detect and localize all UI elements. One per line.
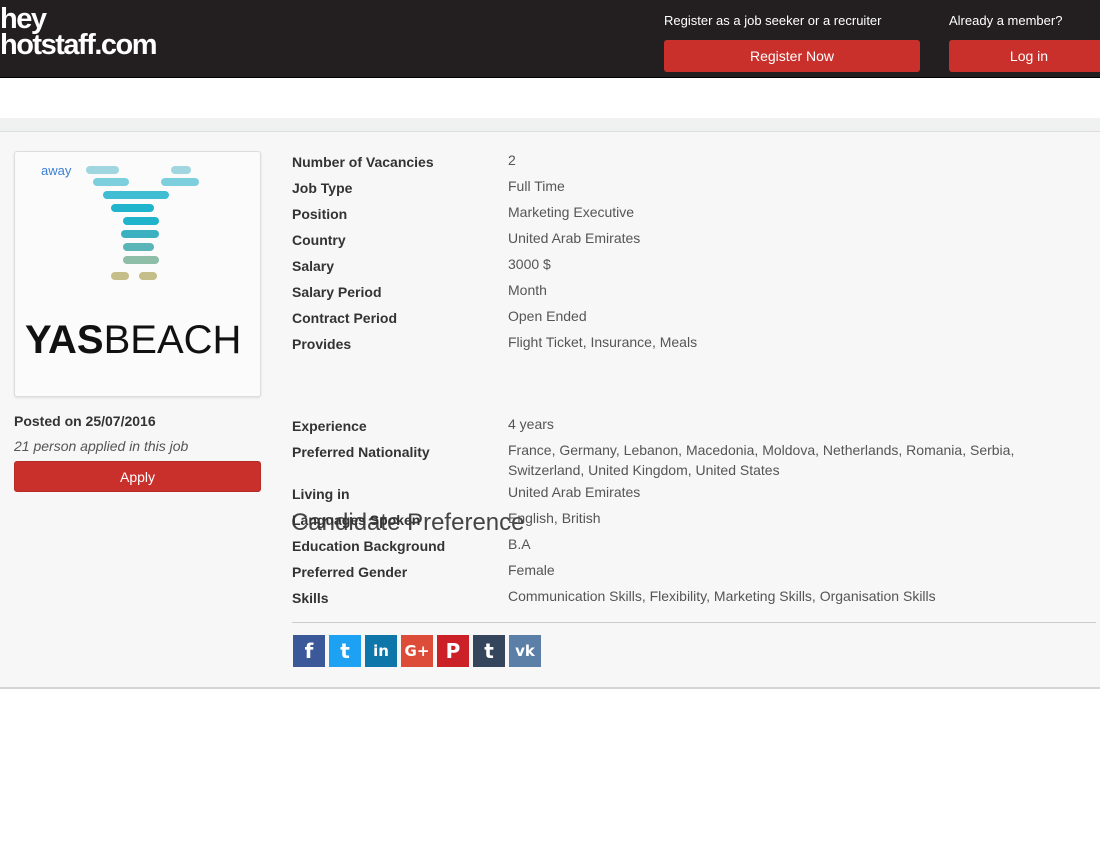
divider bbox=[292, 622, 1096, 623]
detail-label: Country bbox=[292, 232, 346, 248]
detail-label: Job Type bbox=[292, 180, 353, 196]
posted-date: Posted on 25/07/2016 bbox=[14, 413, 156, 429]
detail-label: Position bbox=[292, 206, 348, 222]
detail-label: Contract Period bbox=[292, 310, 398, 326]
detail-label: Education Background bbox=[292, 538, 446, 554]
detail-label: Experience bbox=[292, 418, 367, 434]
facebook-share-icon[interactable]: f bbox=[293, 635, 325, 667]
detail-value: Marketing Executive bbox=[508, 204, 635, 220]
detail-label: Number of Vacancies bbox=[292, 154, 434, 170]
vk-share-icon[interactable]: vk bbox=[509, 635, 541, 667]
social-share-bar: f t in G+ Pt vk bbox=[293, 635, 541, 667]
tumblr-share-icon[interactable]: t bbox=[473, 635, 505, 667]
site-logo[interactable]: hey hotstaff.com bbox=[0, 5, 158, 61]
detail-value: B.A bbox=[508, 536, 531, 552]
login-button[interactable]: Log in bbox=[949, 40, 1100, 72]
detail-label: Salary Period bbox=[292, 284, 382, 300]
detail-value: United Arab Emirates bbox=[508, 484, 641, 500]
detail-label: Skills bbox=[292, 590, 329, 606]
detail-label: Languages Spoken bbox=[292, 512, 421, 528]
detail-value: Communication Skills, Flexibility, Marke… bbox=[508, 588, 936, 604]
detail-value: Month bbox=[508, 282, 547, 298]
detail-value: 3000 $ bbox=[508, 256, 551, 272]
detail-label: Provides bbox=[292, 336, 352, 352]
linkedin-share-icon[interactable]: in bbox=[365, 635, 397, 667]
detail-value: Female bbox=[508, 562, 555, 578]
job-details: away YASBEACH Posted on 25/07/2016 21 pe… bbox=[0, 132, 1100, 689]
site-header: hey hotstaff.com Register as a job seeke… bbox=[0, 0, 1100, 78]
detail-label: Preferred Gender bbox=[292, 564, 408, 580]
detail-value: 4 years bbox=[508, 416, 554, 432]
detail-value: France, Germany, Lebanon, Macedonia, Mol… bbox=[508, 442, 1015, 478]
brand-light: BEACH bbox=[103, 318, 242, 362]
logo-line2: hotstaff.com bbox=[0, 29, 158, 61]
company-logo-card: away YASBEACH bbox=[14, 151, 261, 397]
register-prompt: Register as a job seeker or a recruiter bbox=[664, 13, 882, 28]
pinterest-share-icon[interactable]: P bbox=[437, 635, 469, 667]
spacer-band bbox=[0, 118, 1100, 132]
detail-label: Preferred Nationality bbox=[292, 444, 430, 460]
google-plus-share-icon[interactable]: G+ bbox=[401, 635, 433, 667]
detail-label: Salary bbox=[292, 258, 335, 274]
detail-value: 2 bbox=[508, 152, 516, 168]
detail-value: Flight Ticket, Insurance, Meals bbox=[508, 334, 698, 350]
detail-label: Living in bbox=[292, 486, 350, 502]
company-brand: YASBEACH bbox=[25, 318, 241, 363]
detail-value: Open Ended bbox=[508, 308, 587, 324]
detail-value: Full Time bbox=[508, 178, 565, 194]
detail-value: English, British bbox=[508, 510, 601, 526]
applicants-count: 21 person applied in this job bbox=[14, 438, 189, 454]
detail-value: United Arab Emirates bbox=[508, 230, 641, 246]
brand-bold: YAS bbox=[25, 318, 104, 362]
register-now-button[interactable]: Register Now bbox=[664, 40, 920, 72]
twitter-share-icon[interactable]: t bbox=[329, 635, 361, 667]
member-prompt: Already a member? bbox=[949, 13, 1063, 28]
apply-button[interactable]: Apply bbox=[14, 461, 261, 492]
yas-beach-logo-icon bbox=[86, 166, 199, 280]
